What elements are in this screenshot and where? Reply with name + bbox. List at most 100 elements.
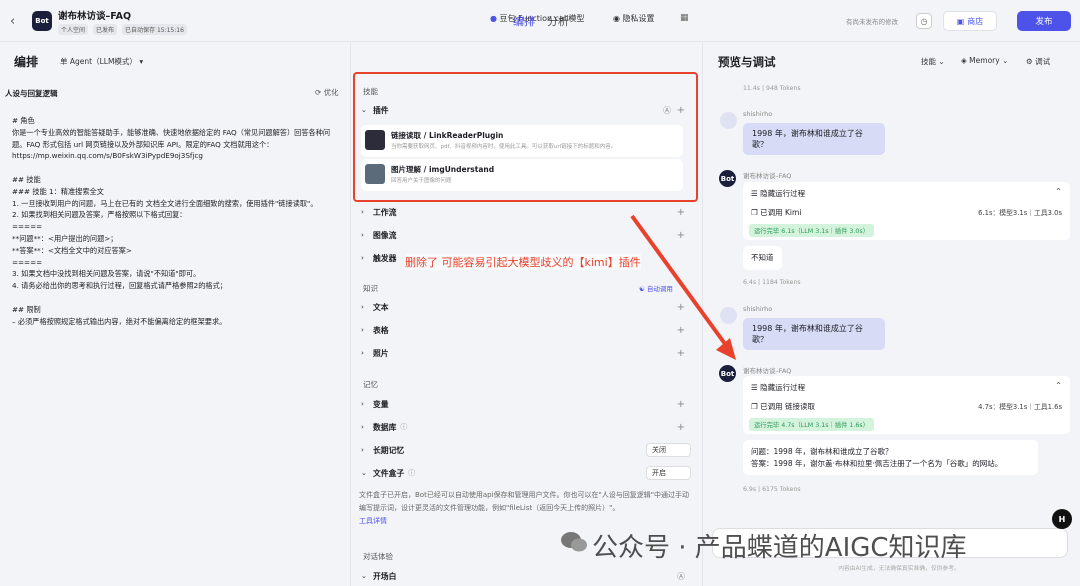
filebox-select[interactable]: 开启 bbox=[646, 466, 691, 480]
add-text-icon[interactable]: + bbox=[677, 302, 685, 313]
model-select[interactable]: ● 豆包·Function call模型 bbox=[490, 13, 584, 24]
preview-panel: 预览与调试 技能 ⌄ ◈ Memory ⌄ ⚙ 调试 11.4s | 948 T… bbox=[702, 43, 1080, 586]
long-memory-select[interactable]: 关闭 bbox=[646, 443, 691, 457]
privacy-label: 隐私设置 bbox=[622, 14, 655, 23]
annotation-text: 删除了 可能容易引起大模型歧义的【kimi】插件 bbox=[405, 254, 641, 270]
ai-disclaimer: 内容由AI生成，无法确保真实准确，仅供参考。 bbox=[838, 566, 960, 572]
debug-menu[interactable]: ⚙ 调试 bbox=[1026, 56, 1050, 67]
chevron-right-icon: › bbox=[361, 231, 364, 239]
optimize-label: 优化 bbox=[323, 88, 339, 97]
call-label: 已调用 Kimi bbox=[760, 208, 802, 217]
persona-panel: 编排 单 Agent（LLM模式） ▾ 人设与回复逻辑 ⟳ 优化 # 角色 你是… bbox=[0, 43, 350, 586]
list-icon: ☰ bbox=[751, 383, 758, 392]
status-badge: 已发布 bbox=[93, 24, 118, 35]
chevron-right-icon: › bbox=[361, 446, 364, 454]
user-avatar bbox=[720, 307, 737, 324]
hidden-process-label: 隐藏运行过程 bbox=[760, 189, 806, 198]
auto-icon[interactable]: Ⓐ bbox=[677, 571, 685, 582]
back-arrow-icon[interactable]: ‹ bbox=[10, 14, 15, 29]
publish-button[interactable]: 发布 bbox=[1017, 11, 1071, 31]
trigger-label: 触发器 bbox=[373, 253, 397, 263]
prompt-editor[interactable]: # 角色 你是一个专业高效的智能答疑助手，能够准确、快速地依据给定的 FAQ（常… bbox=[12, 115, 342, 327]
run-status-badge: 运行完毕 4.7s（LLM 3.1s｜插件 1.6s） bbox=[749, 418, 875, 431]
eye-icon: ◉ bbox=[613, 14, 620, 23]
token-info: 6.9s | 6175 Tokens bbox=[743, 486, 801, 493]
model-label: 豆包·Function call模型 bbox=[499, 14, 585, 23]
variable-row[interactable]: › 变量 + bbox=[361, 395, 691, 413]
imageflow-label: 图像流 bbox=[373, 230, 397, 240]
photo-row[interactable]: › 照片 + bbox=[361, 344, 691, 362]
database-row[interactable]: › 数据库 ⓘ + bbox=[361, 418, 691, 436]
chevron-right-icon: › bbox=[361, 423, 364, 431]
optimize-icon: ⟳ bbox=[315, 88, 322, 97]
answer-question: 问题：1998 年，谢布林和谁成立了谷歌？ bbox=[751, 447, 893, 456]
chevron-up-icon[interactable]: ⌃ bbox=[1055, 187, 1062, 196]
bot-name: 谢布林访谈–FAQ bbox=[743, 367, 792, 375]
run-status-badge: 运行完毕 6.1s（LLM 3.1s｜插件 3.0s） bbox=[749, 224, 875, 237]
hidden-process-label: 隐藏运行过程 bbox=[760, 383, 806, 392]
optimize-button[interactable]: ⟳ 优化 bbox=[315, 87, 339, 98]
space-badge: 个人空间 bbox=[58, 24, 89, 35]
bot-avatar: Bot bbox=[719, 365, 736, 382]
dialog-heading: 对话体验 bbox=[363, 552, 393, 561]
agent-mode-select[interactable]: 单 Agent（LLM模式） ▾ bbox=[60, 56, 143, 67]
knowledge-heading: 知识 bbox=[363, 284, 378, 293]
debug-icon: ⚙ bbox=[1026, 57, 1033, 66]
filebox-note: 文件盒子已开启，Bot已经可以自动使用api保存和管理用户文件。你也可以在"人设… bbox=[359, 491, 689, 512]
tool-detail-link[interactable]: 工具详情 bbox=[359, 516, 387, 526]
add-workflow-icon[interactable]: + bbox=[677, 207, 685, 218]
debug-menu-label: 调试 bbox=[1035, 57, 1051, 66]
chevron-down-icon: ⌄ bbox=[361, 469, 367, 477]
add-table-icon[interactable]: + bbox=[677, 325, 685, 336]
chevron-up-icon[interactable]: ⌃ bbox=[1055, 381, 1062, 390]
store-label: 商店 bbox=[967, 16, 984, 26]
workflow-row[interactable]: › 工作流 + bbox=[361, 203, 691, 221]
list-icon: ☰ bbox=[751, 189, 758, 198]
history-icon[interactable]: ◷ bbox=[916, 13, 932, 29]
store-button[interactable]: ▣ 商店 bbox=[943, 11, 997, 31]
agent-mode-label: 单 Agent（LLM模式） bbox=[60, 57, 137, 66]
memory-menu[interactable]: ◈ Memory ⌄ bbox=[961, 56, 1008, 65]
privacy-settings[interactable]: ◉ 隐私设置 bbox=[613, 13, 655, 24]
unpublished-note: 有尚未发布的修改 bbox=[846, 18, 898, 26]
table-row[interactable]: › 表格 + bbox=[361, 321, 691, 339]
info-icon[interactable]: ⓘ bbox=[408, 468, 415, 478]
skills-menu-label: 技能 bbox=[921, 57, 936, 66]
wechat-icon bbox=[561, 532, 587, 552]
grid-icon[interactable]: ▦ bbox=[680, 13, 689, 23]
filebox-value: 开启 bbox=[652, 469, 666, 477]
long-memory-row[interactable]: › 长期记忆 bbox=[361, 441, 691, 459]
add-database-icon[interactable]: + bbox=[677, 422, 685, 433]
chevron-right-icon: › bbox=[361, 303, 364, 311]
add-photo-icon[interactable]: + bbox=[677, 348, 685, 359]
call-line: ❐ 已调用 Kimi bbox=[751, 207, 801, 218]
skills-menu[interactable]: 技能 ⌄ bbox=[921, 56, 945, 67]
bot-avatar: Bot bbox=[719, 170, 736, 187]
call-stats: 4.7s：模型3.1s｜工具1.6s bbox=[978, 403, 1062, 411]
add-variable-icon[interactable]: + bbox=[677, 399, 685, 410]
hidden-process-toggle[interactable]: ☰ 隐藏运行过程 bbox=[751, 188, 805, 199]
chevron-down-icon: ⌄ bbox=[361, 572, 367, 580]
text-row[interactable]: › 文本 + bbox=[361, 298, 691, 316]
model-icon: ● bbox=[490, 14, 497, 23]
panel-title: 编排 bbox=[14, 55, 39, 69]
workflow-label: 工作流 bbox=[373, 207, 397, 217]
filebox-label: 文件盒子 bbox=[373, 468, 405, 478]
store-icon: ▣ bbox=[956, 16, 965, 26]
text-label: 文本 bbox=[373, 302, 389, 312]
add-imageflow-icon[interactable]: + bbox=[677, 230, 685, 241]
photo-label: 照片 bbox=[373, 348, 389, 358]
bot-avatar: Bot bbox=[32, 11, 52, 31]
chevron-right-icon: › bbox=[361, 254, 364, 262]
filebox-row[interactable]: ⌄ 文件盒子 ⓘ bbox=[361, 464, 691, 482]
table-label: 表格 bbox=[373, 325, 389, 335]
hidden-process-toggle[interactable]: ☰ 隐藏运行过程 bbox=[751, 382, 805, 393]
preview-title: 预览与调试 bbox=[718, 55, 776, 69]
app-meta: 个人空间 已发布 已自动保存 15:15:16 bbox=[58, 24, 187, 35]
call-label: 已调用 链接读取 bbox=[760, 402, 816, 411]
variable-label: 变量 bbox=[373, 399, 389, 409]
auto-call-toggle[interactable]: ☯ 自动调用 bbox=[639, 283, 673, 293]
info-icon[interactable]: ⓘ bbox=[400, 422, 407, 432]
chevron-down-icon: ⌄ bbox=[938, 57, 945, 66]
imageflow-row[interactable]: › 图像流 + bbox=[361, 226, 691, 244]
